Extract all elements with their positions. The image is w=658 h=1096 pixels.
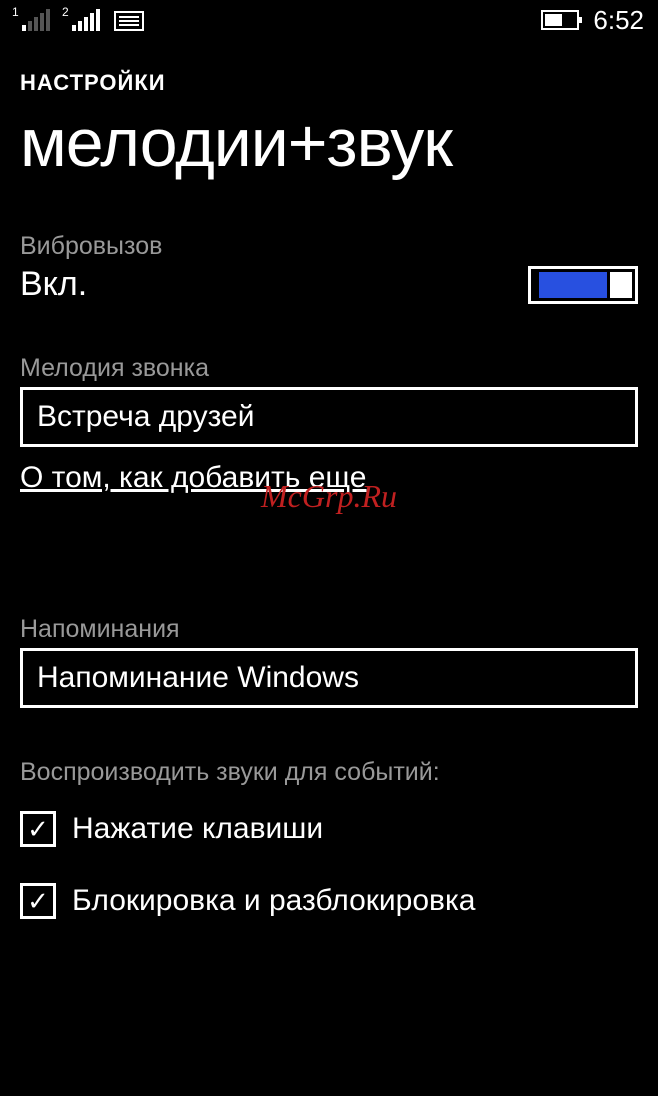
keypress-checkbox-row[interactable]: ✓ Нажатие клавиши	[20, 811, 638, 847]
status-bar: 1 2	[0, 0, 658, 40]
reminders-select[interactable]: Напоминание Windows	[20, 648, 638, 708]
signal-sim1-icon: 1	[14, 9, 50, 31]
lock-label: Блокировка и разблокировка	[72, 884, 475, 918]
battery-icon	[541, 10, 579, 30]
events-label: Воспроизводить звуки для событий:	[20, 758, 638, 787]
ringtone-select[interactable]: Встреча друзей	[20, 387, 638, 447]
status-right: 6:52	[541, 5, 644, 36]
signal-sim2-icon: 2	[64, 9, 100, 31]
status-left: 1 2	[14, 9, 144, 31]
breadcrumb: НАСТРОЙКИ	[20, 70, 638, 96]
lock-checkbox-row[interactable]: ✓ Блокировка и разблокировка	[20, 883, 638, 919]
ringtone-label: Мелодия звонка	[20, 354, 638, 383]
clock: 6:52	[593, 5, 644, 36]
vibrate-toggle-row: Вкл.	[20, 265, 638, 304]
vibrate-value: Вкл.	[20, 265, 87, 304]
keypress-label: Нажатие клавиши	[72, 812, 323, 846]
add-more-link[interactable]: О том, как добавить еще	[20, 461, 366, 495]
vibrate-toggle[interactable]	[528, 266, 638, 304]
page-title: мелодии+звук	[20, 104, 638, 182]
checkbox-checked-icon: ✓	[20, 811, 56, 847]
message-icon	[114, 11, 144, 31]
checkbox-checked-icon: ✓	[20, 883, 56, 919]
vibrate-label: Вибровызов	[20, 232, 638, 261]
reminders-label: Напоминания	[20, 615, 638, 644]
